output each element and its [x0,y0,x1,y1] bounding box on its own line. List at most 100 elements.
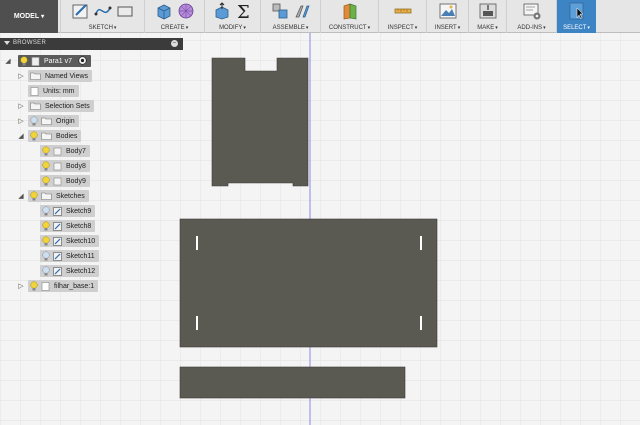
origin-label: Origin [56,117,75,125]
rectangle-icon[interactable] [116,2,134,20]
workspace-model-button[interactable]: MODEL ▾ [0,0,58,33]
construct-label: CONSTRUCT [328,25,367,31]
workspace-label: MODEL [13,13,40,20]
insert-image-icon[interactable] [439,2,457,20]
modify-label: MODIFY [219,25,243,31]
design-canvas[interactable] [0,33,640,425]
body-label: Body9 [66,177,86,185]
collapsed-arrow-icon[interactable]: ▷ [17,282,25,290]
body-label: Body7 [66,147,86,155]
tree-root-node[interactable]: Para1 v7 [18,55,92,67]
tree-component[interactable]: filhar_base:1 [28,280,99,292]
tree-sketch-item[interactable]: Sketch12 [40,265,100,277]
assemble-label: ASSEMBLE [272,25,305,31]
tree-bodies[interactable]: Bodies [28,130,82,142]
toolbar-group-insert[interactable]: INSERT▾ [426,0,468,33]
selection-sets-label: Selection Sets [45,102,90,110]
toolbar-group-make[interactable]: MAKE▾ [468,0,506,33]
create-label: CREATE [160,25,185,31]
document-icon [31,56,40,66]
expanded-arrow-icon[interactable]: ◢ [4,57,12,65]
toolbar-group-select[interactable]: SELECT▾ [556,0,596,33]
expanded-arrow-icon[interactable]: ◢ [17,192,25,200]
visibility-bulb-icon[interactable] [30,131,38,141]
sketch-label: Sketch9 [66,207,92,215]
slot-top-left [196,236,198,250]
body-icon [53,162,62,171]
tree-sketch-item[interactable]: Sketch8 [40,220,96,232]
sigma-icon[interactable]: Σ [235,2,253,20]
visibility-bulb-icon[interactable] [42,236,50,246]
visibility-bulb-icon[interactable] [20,56,28,66]
joint-icon[interactable] [293,2,311,20]
tree-body-item[interactable]: Body7 [40,145,90,157]
press-pull-icon[interactable] [213,2,231,20]
spline-icon[interactable] [94,2,112,20]
tree-sketch-item[interactable]: Sketch11 [40,250,99,262]
visibility-bulb-icon[interactable] [42,221,50,231]
visibility-bulb-icon[interactable] [30,281,38,291]
folder-icon [41,132,52,140]
scripts-icon[interactable] [523,2,541,20]
tree-units[interactable]: Units: mm [28,85,79,97]
toolbar-group-add-ins[interactable]: ADD-INS▾ [506,0,556,33]
sketch-label: Sketch11 [66,252,95,260]
tree-body-item[interactable]: Body9 [40,175,90,187]
collapsed-arrow-icon[interactable]: ▷ [17,117,25,125]
toolbar-group-sketch[interactable]: SKETCH▾ [60,0,144,33]
extrude-icon[interactable] [155,2,173,20]
offset-plane-icon[interactable] [341,2,359,20]
make-label: MAKE [477,25,495,31]
measure-icon[interactable] [394,2,412,20]
units-document-icon [30,86,39,96]
visibility-bulb-off-icon[interactable] [42,206,50,216]
collapsed-arrow-icon[interactable]: ▷ [17,102,25,110]
insert-label: INSERT [434,25,457,31]
add-ins-label: ADD-INS [517,25,543,31]
sketch-label: Sketch12 [66,267,96,275]
sketch-icon [53,251,62,261]
tree-body-item[interactable]: Body8 [40,160,90,172]
visibility-bulb-icon[interactable] [30,191,38,201]
sketch-icon [53,221,62,231]
tree-sketch-item[interactable]: Sketch10 [40,235,100,247]
folder-icon [41,117,52,125]
tree-sketches[interactable]: Sketches [28,190,89,202]
sketch-icon [53,266,62,276]
tree-selection-sets[interactable]: Selection Sets [28,100,94,112]
toolbar-group-create[interactable]: CREATE▾ [144,0,204,33]
visibility-bulb-icon[interactable] [42,161,50,171]
toolbar-group-inspect[interactable]: INSPECT▾ [378,0,426,33]
body-icon [53,177,62,186]
visibility-bulb-icon[interactable] [42,176,50,186]
browser-panel-header[interactable]: BROWSER – [0,38,183,50]
close-icon[interactable]: – [171,40,178,47]
select-cursor-icon[interactable] [568,2,586,20]
toolbar-group-assemble[interactable]: ASSEMBLE▾ [260,0,320,33]
folder-icon [41,192,52,200]
sketch-create-icon[interactable] [72,2,90,20]
collapsed-arrow-icon[interactable]: ▷ [17,72,25,80]
inspect-label: INSPECT [387,25,414,31]
tree-sketch-item[interactable]: Sketch9 [40,205,96,217]
visibility-bulb-off-icon[interactable] [42,251,50,261]
body-top-panel[interactable] [211,57,309,187]
tree-origin[interactable]: Origin [28,115,79,127]
form-icon[interactable] [177,2,195,20]
collapse-triangle-icon[interactable] [4,41,10,45]
visibility-bulb-off-icon[interactable] [42,266,50,276]
body-bottom-bar[interactable] [179,366,406,399]
toolbar-group-construct[interactable]: CONSTRUCT▾ [320,0,378,33]
3d-print-icon[interactable] [479,2,497,20]
component-icon [41,281,50,291]
body-middle-panel[interactable] [179,218,438,348]
tree-named-views[interactable]: Named Views [28,70,93,82]
activate-radio-icon[interactable] [78,55,87,67]
visibility-bulb-off-icon[interactable] [30,116,38,126]
bodies-label: Bodies [56,132,78,140]
body-icon [53,147,62,156]
toolbar-group-modify[interactable]: Σ MODIFY▾ [204,0,260,33]
expanded-arrow-icon[interactable]: ◢ [17,132,25,140]
visibility-bulb-icon[interactable] [42,146,50,156]
new-component-icon[interactable] [271,2,289,20]
